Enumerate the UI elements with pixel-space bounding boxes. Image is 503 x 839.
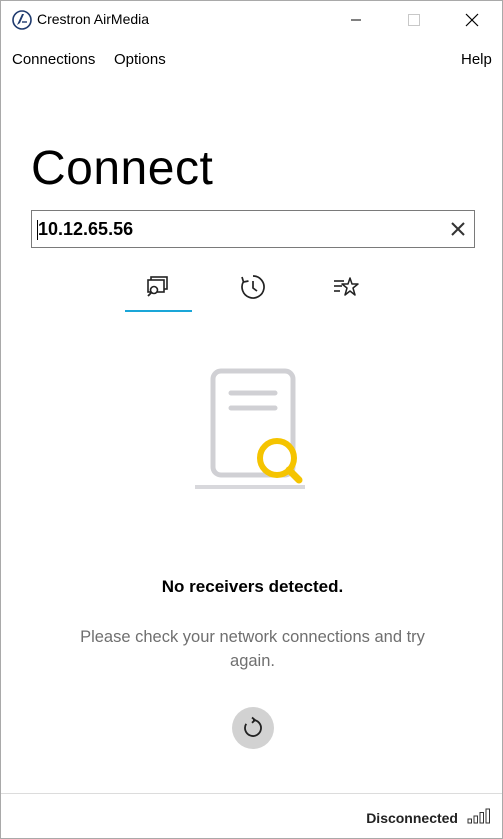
app-window: Crestron AirMedia Connections Options He… [0, 0, 503, 839]
tab-favorites[interactable] [312, 273, 378, 313]
no-receivers-illustration-icon [195, 368, 305, 489]
minimize-button[interactable] [333, 1, 379, 39]
page-title: Connect [31, 142, 214, 195]
window-title: Crestron AirMedia [37, 11, 150, 27]
connection-status: Disconnected [366, 810, 458, 826]
empty-state-title: No receivers detected. [161, 577, 344, 596]
discover-receivers-icon [147, 276, 168, 297]
status-bar: Disconnected [1, 793, 502, 839]
empty-state-description: Please check your network connections an… [80, 628, 425, 670]
favorites-list-icon [334, 277, 359, 296]
text-caret [37, 220, 38, 240]
menu-bar: Connections Options Help [1, 47, 502, 73]
menu-options[interactable]: Options [114, 51, 166, 68]
menu-connections[interactable]: Connections [12, 51, 95, 68]
tab-recent[interactable] [220, 273, 286, 313]
signal-bars-icon [467, 808, 490, 824]
refresh-button[interactable] [232, 707, 274, 749]
active-tab-indicator [125, 310, 192, 312]
title-bar[interactable]: Crestron AirMedia [1, 1, 502, 39]
refresh-icon [244, 716, 262, 737]
close-window-button[interactable] [449, 1, 495, 39]
maximize-button[interactable] [391, 1, 437, 39]
maximize-icon [408, 14, 420, 26]
clear-input-icon[interactable] [448, 219, 468, 239]
history-icon [241, 275, 265, 299]
airmedia-logo-icon [12, 10, 32, 30]
minimize-icon [351, 19, 361, 21]
address-field[interactable] [31, 210, 475, 248]
menu-help[interactable]: Help [461, 51, 492, 68]
close-icon [465, 13, 479, 27]
tab-discover[interactable] [125, 273, 191, 313]
address-input[interactable] [32, 211, 432, 247]
